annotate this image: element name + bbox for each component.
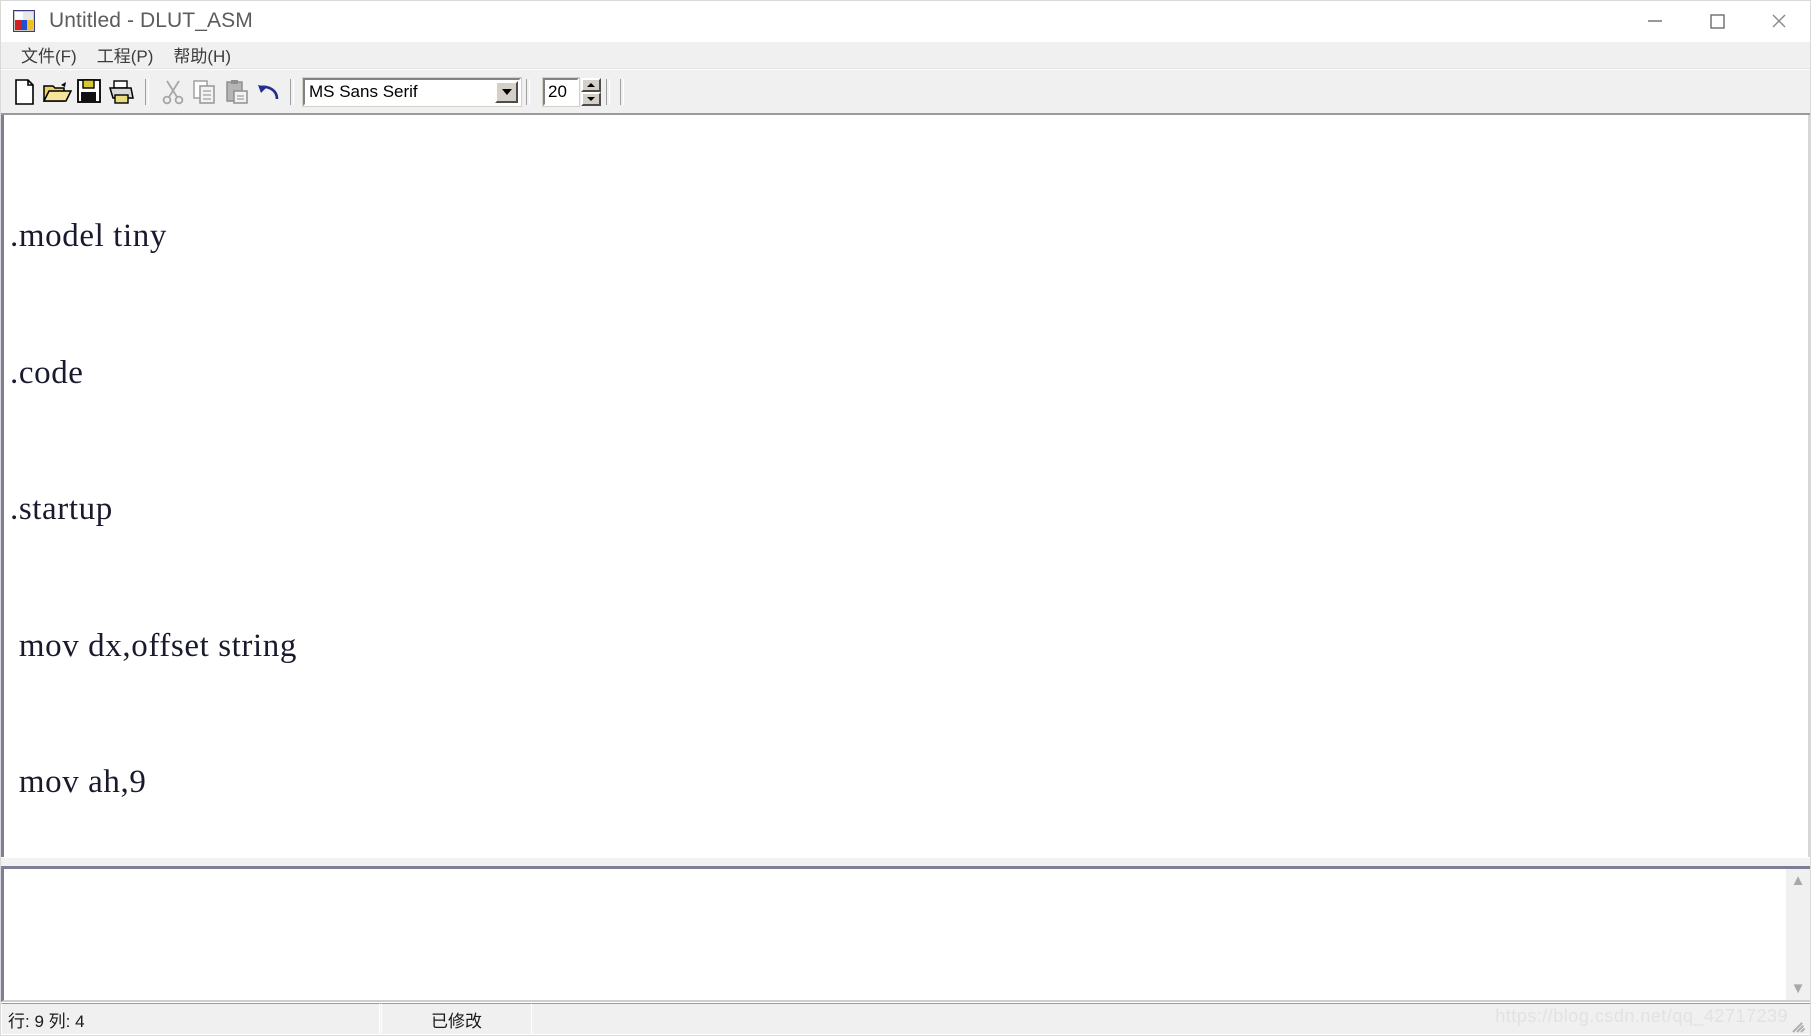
scroll-up-arrow-icon[interactable]: ▲ bbox=[1791, 873, 1806, 888]
output-vertical-scrollbar[interactable]: ▲ ▼ bbox=[1786, 869, 1810, 1000]
output-text[interactable] bbox=[4, 869, 1786, 1000]
code-line: mov dx,offset string bbox=[10, 627, 297, 664]
font-size-value: 20 bbox=[548, 81, 567, 101]
modified-status: 已修改 bbox=[381, 1003, 531, 1034]
code-line: mov ah,9 bbox=[10, 764, 147, 800]
toolbar-separator-2 bbox=[290, 78, 294, 105]
close-button[interactable] bbox=[1748, 1, 1810, 41]
minimize-button[interactable] bbox=[1624, 1, 1686, 41]
toolbar-separator-3 bbox=[526, 78, 530, 105]
toolbar: MS Sans Serif 20 bbox=[1, 69, 1810, 115]
menu-file[interactable]: 文件(F) bbox=[11, 41, 87, 69]
toolbar-separator-1 bbox=[145, 78, 149, 105]
paste-button[interactable] bbox=[221, 75, 253, 109]
copy-pages-icon bbox=[193, 79, 215, 104]
new-file-button[interactable] bbox=[9, 75, 41, 109]
menu-help[interactable]: 帮助(H) bbox=[163, 41, 241, 69]
cut-button[interactable] bbox=[157, 75, 189, 109]
code-editor-pane[interactable]: .model tiny .code .startup mov dx,offset… bbox=[1, 115, 1810, 857]
font-dropdown-button[interactable] bbox=[495, 80, 518, 103]
application-window: Untitled - DLUT_ASM 文件(F) 工程(P) 帮助(H) MS… bbox=[0, 0, 1811, 1036]
font-size-decrease-button[interactable] bbox=[581, 91, 601, 106]
resize-grip[interactable] bbox=[1790, 1015, 1808, 1033]
print-button[interactable] bbox=[105, 75, 137, 109]
toolbar-separator-4 bbox=[606, 78, 610, 105]
maximize-button[interactable] bbox=[1686, 1, 1748, 41]
output-pane[interactable]: ▲ ▼ bbox=[1, 869, 1810, 1002]
menu-bar: 文件(F) 工程(P) 帮助(H) bbox=[1, 42, 1810, 69]
title-bar: Untitled - DLUT_ASM bbox=[1, 1, 1810, 42]
scroll-down-arrow-icon[interactable]: ▼ bbox=[1791, 981, 1806, 996]
clipboard-paste-icon bbox=[226, 79, 248, 104]
undo-button[interactable] bbox=[253, 75, 285, 109]
code-editor-text[interactable]: .model tiny .code .startup mov dx,offset… bbox=[4, 115, 1808, 857]
close-icon bbox=[1772, 14, 1786, 28]
new-document-icon bbox=[15, 78, 34, 105]
font-size-increase-button[interactable] bbox=[581, 77, 601, 92]
undo-arrow-icon bbox=[258, 84, 279, 99]
copy-button[interactable] bbox=[189, 75, 221, 109]
code-line: .model tiny bbox=[10, 218, 167, 254]
maximize-icon bbox=[1710, 14, 1725, 29]
code-line: .code bbox=[10, 354, 84, 391]
chevron-down-icon bbox=[587, 96, 595, 101]
chevron-down-icon bbox=[501, 88, 512, 95]
code-line: .startup bbox=[10, 491, 113, 527]
window-title: Untitled - DLUT_ASM bbox=[49, 9, 253, 32]
font-name-value: MS Sans Serif bbox=[309, 81, 418, 101]
scrollbar-track[interactable] bbox=[1786, 888, 1810, 981]
save-file-button[interactable] bbox=[73, 75, 105, 109]
status-extra-panel bbox=[531, 1003, 1810, 1034]
menu-project[interactable]: 工程(P) bbox=[87, 41, 164, 69]
font-size-input[interactable]: 20 bbox=[542, 76, 580, 107]
cursor-position-status: 行: 9 列: 4 bbox=[1, 1003, 379, 1034]
app-icon bbox=[13, 10, 35, 32]
open-file-button[interactable] bbox=[41, 75, 73, 109]
font-name-combobox[interactable]: MS Sans Serif bbox=[302, 76, 522, 107]
floppy-disk-save-icon bbox=[76, 79, 101, 103]
printer-icon bbox=[108, 79, 134, 104]
open-folder-icon bbox=[42, 81, 72, 102]
minimize-icon bbox=[1648, 20, 1662, 22]
window-controls bbox=[1624, 1, 1810, 41]
font-size-stepper[interactable] bbox=[581, 77, 601, 106]
status-bar: 行: 9 列: 4 已修改 https://blog.csdn.net/qq_4… bbox=[1, 1002, 1810, 1034]
pane-splitter[interactable] bbox=[1, 857, 1810, 869]
scissors-cut-icon bbox=[162, 80, 184, 104]
chevron-up-icon bbox=[587, 82, 595, 87]
toolbar-separator-5 bbox=[620, 78, 624, 105]
